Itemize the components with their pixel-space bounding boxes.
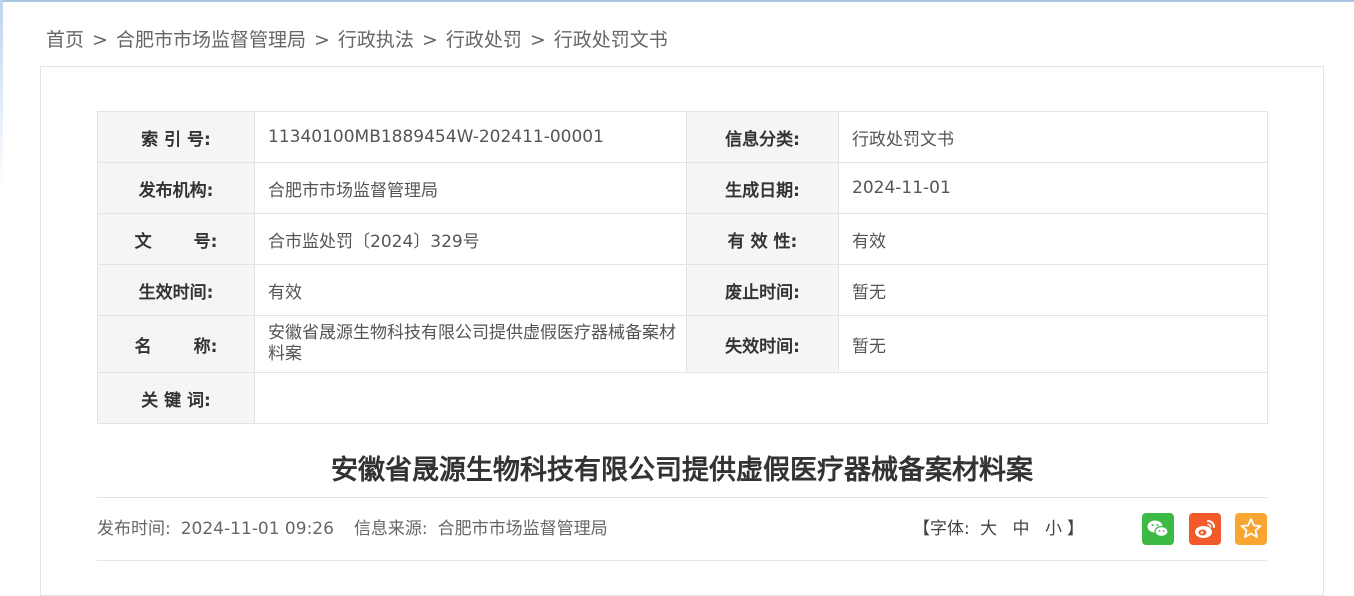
gen-date-label: 生成日期: (686, 162, 839, 214)
publisher-value: 合肥市市场监督管理局 (254, 162, 687, 214)
source-label: 信息来源: (353, 519, 428, 539)
source-value: 合肥市市场监督管理局 (437, 519, 608, 539)
left-edge-shadow (0, 0, 3, 190)
breadcrumb-separator: > (313, 29, 330, 51)
divider (97, 560, 1267, 561)
gen-date-value: 2024-11-01 (838, 162, 1268, 214)
metadata-table: 索 引 号: 11340100MB1889454W-202411-00001 信… (97, 111, 1268, 424)
index-no-value: 11340100MB1889454W-202411-00001 (254, 111, 687, 163)
article-title: 安徽省晟源生物科技有限公司提供虚假医疗器械备案材料案 (331, 455, 1033, 486)
breadcrumb-bureau[interactable]: 合肥市市场监督管理局 (116, 29, 306, 51)
top-border (0, 0, 1354, 2)
effective-label: 生效时间: (97, 264, 255, 316)
metadata-row: 关 键 词: (97, 372, 1268, 424)
weibo-icon (1195, 520, 1215, 538)
font-size-large[interactable]: 大 (980, 519, 997, 539)
metadata-row: 生效时间: 有效 废止时间: 暂无 (97, 264, 1268, 316)
breadcrumb-penalty[interactable]: 行政处罚 (446, 29, 522, 51)
index-no-label: 索 引 号: (97, 111, 255, 163)
breadcrumb-separator: > (421, 29, 438, 51)
font-size-close: 】 (1066, 519, 1084, 539)
doc-no-label: 文号: (97, 213, 255, 265)
breadcrumb-penalty-docs[interactable]: 行政处罚文书 (554, 29, 668, 51)
breadcrumb: 首页 > 合肥市市场监督管理局 > 行政执法 > 行政处罚 > 行政处罚文书 (46, 27, 668, 53)
font-size-switcher: 【字体: 大 中 小】 (913, 516, 1084, 542)
metadata-row: 文号: 合市监处罚〔2024〕329号 有 效 性: 有效 (97, 213, 1268, 265)
expire-label: 失效时间: (686, 315, 839, 373)
font-size-small[interactable]: 小 (1045, 519, 1062, 539)
metadata-row: 名称: 安徽省晟源生物科技有限公司提供虚假医疗器械备案材料案 失效时间: 暂无 (97, 315, 1268, 373)
validity-label: 有 效 性: (686, 213, 839, 265)
publish-time-value: 2024-11-01 09:26 (180, 519, 334, 539)
share-wechat-button[interactable] (1142, 513, 1174, 545)
breadcrumb-separator: > (92, 29, 108, 51)
publish-time-label: 发布时间: (97, 519, 171, 539)
expire-value: 暂无 (838, 315, 1268, 373)
metadata-row: 发布机构: 合肥市市场监督管理局 生成日期: 2024-11-01 (97, 162, 1268, 214)
validity-value: 有效 (838, 213, 1268, 265)
effective-value: 有效 (254, 264, 687, 316)
breadcrumb-separator: > (529, 29, 546, 51)
divider (97, 497, 1267, 498)
wechat-icon (1147, 520, 1169, 538)
doc-no-value: 合市监处罚〔2024〕329号 (254, 213, 687, 265)
keywords-label: 关 键 词: (97, 372, 255, 424)
publisher-label: 发布机构: (97, 162, 255, 214)
name-label: 名称: (97, 315, 255, 373)
breadcrumb-home[interactable]: 首页 (46, 29, 84, 51)
favorite-button[interactable] (1235, 513, 1267, 545)
name-value: 安徽省晟源生物科技有限公司提供虚假医疗器械备案材料案 (254, 315, 687, 373)
keywords-value (254, 372, 1268, 424)
category-label: 信息分类: (686, 111, 839, 163)
category-value: 行政处罚文书 (838, 111, 1268, 163)
favorite-icon (1240, 518, 1262, 538)
share-weibo-button[interactable] (1189, 513, 1221, 545)
repeal-label: 废止时间: (686, 264, 839, 316)
font-size-medium[interactable]: 中 (1013, 519, 1030, 539)
article-info: 发布时间: 2024-11-01 09:26 信息来源: 合肥市市场监督管理局 (97, 516, 608, 542)
breadcrumb-law-enforcement[interactable]: 行政执法 (338, 29, 414, 51)
font-size-open: 【字体: (913, 519, 970, 539)
metadata-row: 索 引 号: 11340100MB1889454W-202411-00001 信… (97, 111, 1268, 163)
repeal-value: 暂无 (838, 264, 1268, 316)
